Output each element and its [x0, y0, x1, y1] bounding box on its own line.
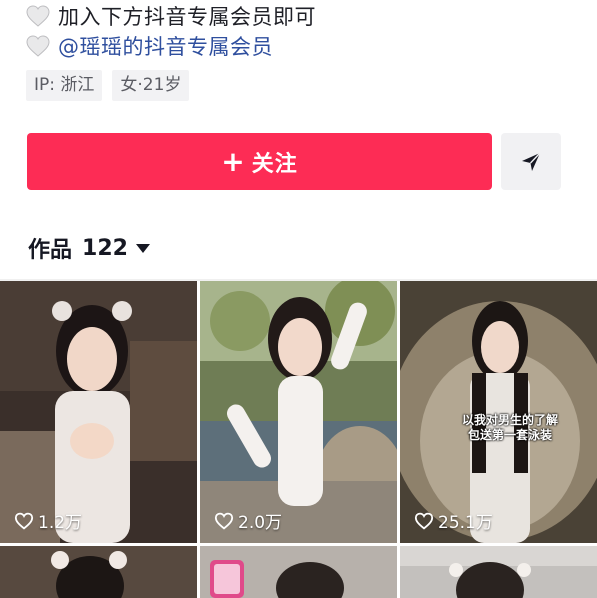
- heart-icon: [26, 35, 50, 57]
- plus-icon: +: [221, 144, 246, 178]
- mention-link[interactable]: @瑶瑶的抖音专属会员: [58, 31, 273, 61]
- profile-tags: IP: 浙江 女·21岁: [26, 70, 190, 101]
- gender-age-tag: 女·21岁: [112, 70, 190, 101]
- video-tile[interactable]: 以我对男生的了解 包送第一套泳装 25.1万: [400, 281, 597, 543]
- video-thumbnail: [0, 281, 197, 543]
- bio-line-1: 加入下方抖音专属会员即可: [26, 1, 316, 31]
- video-grid: 1.2万 2.0万 以我对男生的了解 包送第一套泳装 25.1万: [0, 281, 597, 598]
- works-tab[interactable]: 作品 122: [28, 232, 150, 264]
- share-button[interactable]: [501, 133, 561, 190]
- follow-button[interactable]: + 关注: [27, 133, 492, 190]
- video-thumbnail: [200, 281, 397, 543]
- video-thumbnail: [400, 281, 597, 543]
- chevron-down-icon: [135, 243, 150, 253]
- works-label: 作品: [28, 238, 73, 263]
- like-count: 1.2万: [14, 508, 82, 533]
- video-caption: 以我对男生的了解 包送第一套泳装: [461, 413, 558, 442]
- video-thumbnail: [400, 546, 597, 598]
- like-count-value: 2.0万: [238, 513, 283, 533]
- like-count-value: 1.2万: [38, 513, 83, 533]
- ip-location-tag: IP: 浙江: [26, 70, 103, 101]
- video-thumbnail: [200, 546, 397, 598]
- works-count: 122: [82, 235, 128, 261]
- video-tile[interactable]: [400, 546, 597, 598]
- bio-text: 加入下方抖音专属会员即可: [58, 5, 316, 29]
- like-count: 25.1万: [414, 508, 493, 533]
- send-icon: [522, 152, 541, 171]
- video-tile[interactable]: [0, 546, 197, 598]
- video-tile[interactable]: 2.0万: [200, 281, 397, 543]
- heart-icon: [26, 5, 50, 27]
- bio-line-2[interactable]: @瑶瑶的抖音专属会员: [26, 31, 273, 61]
- heart-outline-icon: [214, 512, 234, 530]
- like-count-value: 25.1万: [438, 513, 493, 533]
- video-thumbnail: [0, 546, 197, 598]
- video-tile[interactable]: [200, 546, 397, 598]
- heart-outline-icon: [14, 512, 34, 530]
- like-count: 2.0万: [214, 508, 282, 533]
- video-tile[interactable]: 1.2万: [0, 281, 197, 543]
- follow-label: 关注: [251, 151, 298, 177]
- heart-outline-icon: [414, 512, 434, 530]
